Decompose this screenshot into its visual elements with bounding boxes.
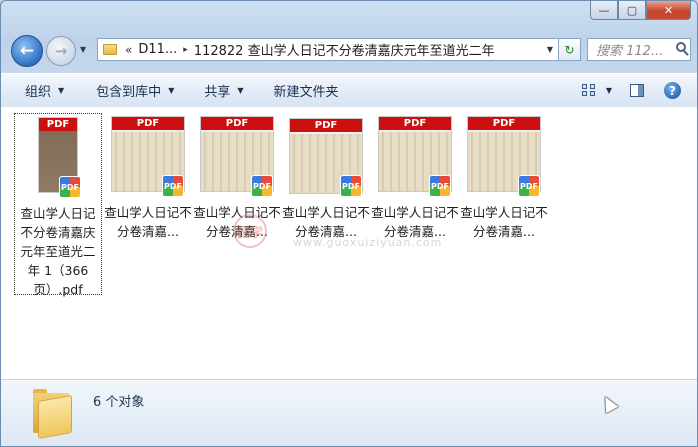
folder-icon (31, 389, 73, 438)
explorer-window: — ▢ ✕ ← → ▼ « D11... ▸ 112822 查山学人日记不分卷清… (0, 0, 698, 447)
address-bar[interactable]: « D11... ▸ 112822 查山学人日记不分卷清嘉庆元年至道光二年 ▼ (97, 38, 559, 61)
address-dropdown-icon[interactable]: ▼ (542, 39, 558, 60)
arrow-right-icon: → (54, 42, 68, 60)
address-overflow[interactable]: « (125, 43, 132, 57)
pdf-icon: PDF (251, 175, 273, 197)
pdf-icon: PDF (59, 176, 81, 198)
file-item[interactable]: PDF PDF 查山学人日记不分卷清嘉... (104, 113, 192, 241)
views-icon[interactable] (581, 84, 596, 97)
refresh-button[interactable]: ↻ (559, 38, 581, 61)
object-count: 6 个对象 (93, 395, 145, 410)
file-thumbnail: PDF PDF (15, 114, 101, 200)
share-menu[interactable]: 共享 ▼ (204, 81, 243, 100)
pdf-icon: PDF (340, 175, 362, 197)
pdf-banner: PDF (39, 118, 77, 131)
file-thumbnail: PDF PDF (282, 113, 370, 199)
chevron-down-icon: ▼ (237, 86, 244, 95)
new-folder-button[interactable]: 新建文件夹 (274, 81, 339, 100)
breadcrumb-segment-current[interactable]: 112822 查山学人日记不分卷清嘉庆元年至道光二年 (194, 40, 495, 59)
pdf-banner: PDF (201, 117, 273, 130)
recent-pages-dropdown[interactable]: ▼ (80, 45, 86, 54)
watermark-url: www.guoxuiziyuan.com (293, 236, 443, 249)
command-bar: 组织 ▼ 包含到库中 ▼ 共享 ▼ 新建文件夹 ▼ ? (1, 73, 697, 108)
file-item[interactable]: PDF PDF 查山学人日记不分卷清嘉庆元年至道光二年 1（366页）.pdf (14, 113, 102, 297)
file-thumbnail: PDF PDF (104, 113, 192, 199)
search-icon[interactable] (676, 42, 686, 52)
help-icon[interactable]: ? (664, 82, 681, 99)
pdf-banner: PDF (468, 117, 540, 130)
caption-buttons: — ▢ ✕ (590, 1, 691, 20)
back-button[interactable]: ← (11, 35, 43, 67)
search-input[interactable]: 搜索 112... (587, 38, 691, 61)
breadcrumb-segment-root[interactable]: D11... (138, 42, 177, 57)
include-in-library-menu[interactable]: 包含到库中 ▼ (96, 81, 174, 100)
pdf-banner: PDF (112, 117, 184, 130)
pdf-icon: PDF (162, 175, 184, 197)
pdf-banner: PDF (379, 117, 451, 130)
view-controls: ▼ ? (581, 74, 697, 107)
file-name: 查山学人日记不分卷清嘉... (104, 205, 192, 239)
folder-icon (103, 44, 117, 55)
file-thumbnail: PDF PDF (460, 113, 548, 199)
file-name: 查山学人日记不分卷清嘉... (460, 205, 548, 239)
file-list[interactable]: PDF PDF 查山学人日记不分卷清嘉庆元年至道光二年 1（366页）.pdf … (1, 107, 697, 379)
minimize-button[interactable]: — (590, 1, 618, 20)
organize-menu[interactable]: 组织 ▼ (25, 81, 64, 100)
share-label: 共享 (204, 85, 231, 100)
close-button[interactable]: ✕ (646, 1, 691, 20)
pdf-icon: PDF (429, 175, 451, 197)
file-item[interactable]: PDF PDF 查山学人日记不分卷清嘉... (371, 113, 459, 241)
pdf-banner: PDF (290, 119, 362, 132)
pdf-icon: PDF (518, 175, 540, 197)
arrow-left-icon: ← (19, 41, 35, 61)
details-pane: 6 个对象 (1, 379, 697, 446)
forward-button[interactable]: → (46, 36, 76, 66)
organize-label: 组织 (25, 85, 52, 100)
maximize-button[interactable]: ▢ (618, 1, 646, 20)
include-in-library-label: 包含到库中 (96, 85, 162, 100)
views-dropdown-icon[interactable]: ▼ (606, 86, 612, 95)
breadcrumb-chevron-icon[interactable]: ▸ (183, 45, 188, 55)
file-name: 查山学人日记不分卷清嘉庆元年至道光二年 1（366页）.pdf (20, 206, 96, 297)
file-thumbnail: PDF PDF (193, 113, 281, 199)
chevron-down-icon: ▼ (168, 86, 175, 95)
watermark: 国学 www.guoxuiziyuan.com (233, 214, 441, 249)
search-placeholder: 搜索 112... (596, 44, 664, 59)
watermark-logo: 国学 (233, 214, 267, 248)
file-item[interactable]: PDF PDF 查山学人日记不分卷清嘉... (460, 113, 548, 241)
preview-pane-icon[interactable] (630, 84, 644, 97)
file-thumbnail: PDF PDF (371, 113, 459, 199)
file-item[interactable]: PDF PDF 查山学人日记不分卷清嘉... (282, 113, 370, 241)
refresh-icon: ↻ (564, 42, 575, 57)
chevron-down-icon: ▼ (58, 86, 65, 95)
new-folder-label: 新建文件夹 (273, 85, 339, 100)
